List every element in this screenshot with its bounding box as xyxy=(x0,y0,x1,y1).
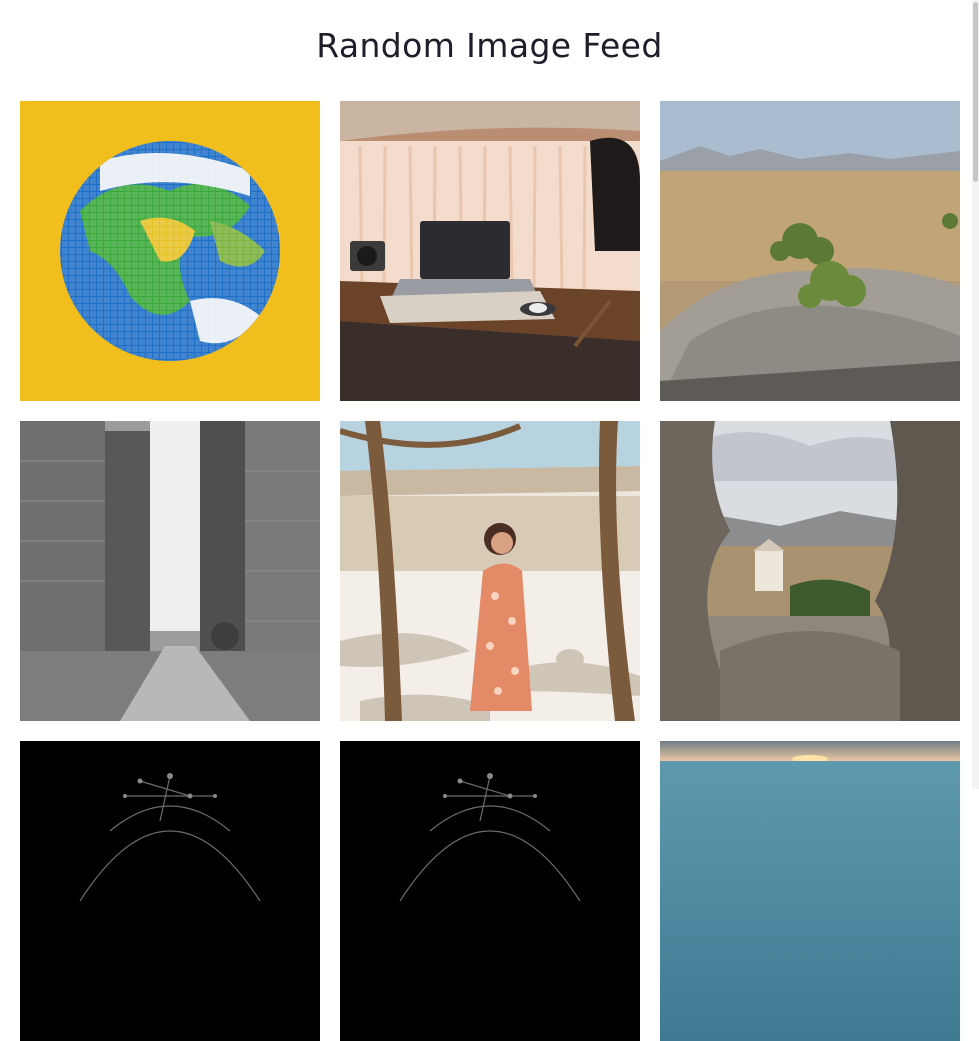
feed-image-network-sphere-1[interactable] xyxy=(20,741,320,1041)
feed-image-woman-desert[interactable] xyxy=(340,421,640,721)
feed-image-castle-rocks[interactable] xyxy=(660,421,960,721)
desert-hilltop-image xyxy=(660,101,960,401)
city-street-image xyxy=(20,421,320,721)
scrollbar-thumb[interactable] xyxy=(973,2,978,182)
network-sphere-image xyxy=(20,741,320,1041)
globe-image xyxy=(20,101,320,401)
feed-image-sea-sunset[interactable] xyxy=(660,741,960,1041)
page-scrollbar[interactable] xyxy=(972,0,979,789)
laptop-desk-image xyxy=(340,101,640,401)
network-sphere-image xyxy=(340,741,640,1041)
woman-desert-image xyxy=(340,421,640,721)
feed-image-globe[interactable] xyxy=(20,101,320,401)
castle-rocks-image xyxy=(660,421,960,721)
page-title: Random Image Feed xyxy=(316,26,663,65)
feed-image-laptop-desk[interactable] xyxy=(340,101,640,401)
feed-image-desert-hilltop[interactable] xyxy=(660,101,960,401)
feed-image-network-sphere-2[interactable] xyxy=(340,741,640,1041)
feed-image-city-street[interactable] xyxy=(20,421,320,721)
sea-sunset-image xyxy=(660,741,960,1041)
